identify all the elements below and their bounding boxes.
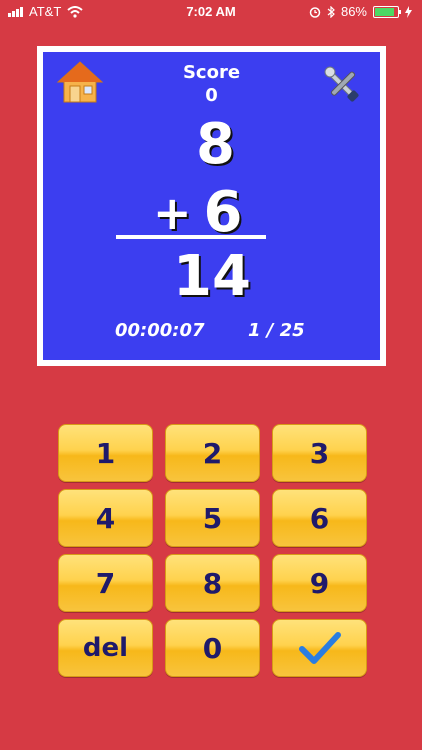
key-9[interactable]: 9 — [272, 554, 367, 612]
battery-percent: 86% — [340, 4, 367, 19]
status-right: 86% — [309, 4, 412, 19]
bluetooth-icon — [327, 5, 335, 18]
key-8[interactable]: 8 — [165, 554, 260, 612]
operator-sign: + — [153, 185, 192, 240]
battery-icon — [373, 5, 401, 18]
timer: 00:00:07 — [115, 320, 205, 341]
submit-key[interactable] — [272, 619, 367, 677]
tools-icon — [324, 66, 359, 102]
top-operand: 8 — [196, 112, 235, 177]
key-3[interactable]: 3 — [272, 424, 367, 482]
game-board: Score 0 8 + 6 14 00:00:07 1 / 25 — [43, 52, 380, 360]
game-panel: Score 0 8 + 6 14 00:00:07 1 / 25 — [37, 46, 386, 366]
question-progress: 1 / 25 — [248, 320, 305, 341]
key-5[interactable]: 5 — [165, 489, 260, 547]
sum-line — [116, 235, 266, 239]
key-2[interactable]: 2 — [165, 424, 260, 482]
alarm-icon — [309, 6, 321, 18]
status-bar: AT&T 7:02 AM 86% — [0, 0, 422, 24]
answer-display: 14 — [173, 244, 251, 309]
key-7[interactable]: 7 — [58, 554, 153, 612]
checkmark-icon — [298, 632, 341, 664]
delete-key[interactable]: del — [58, 619, 153, 677]
settings-button[interactable] — [320, 64, 364, 104]
charging-icon — [405, 5, 412, 18]
key-0[interactable]: 0 — [165, 619, 260, 677]
key-4[interactable]: 4 — [58, 489, 153, 547]
key-6[interactable]: 6 — [272, 489, 367, 547]
key-1[interactable]: 1 — [58, 424, 153, 482]
